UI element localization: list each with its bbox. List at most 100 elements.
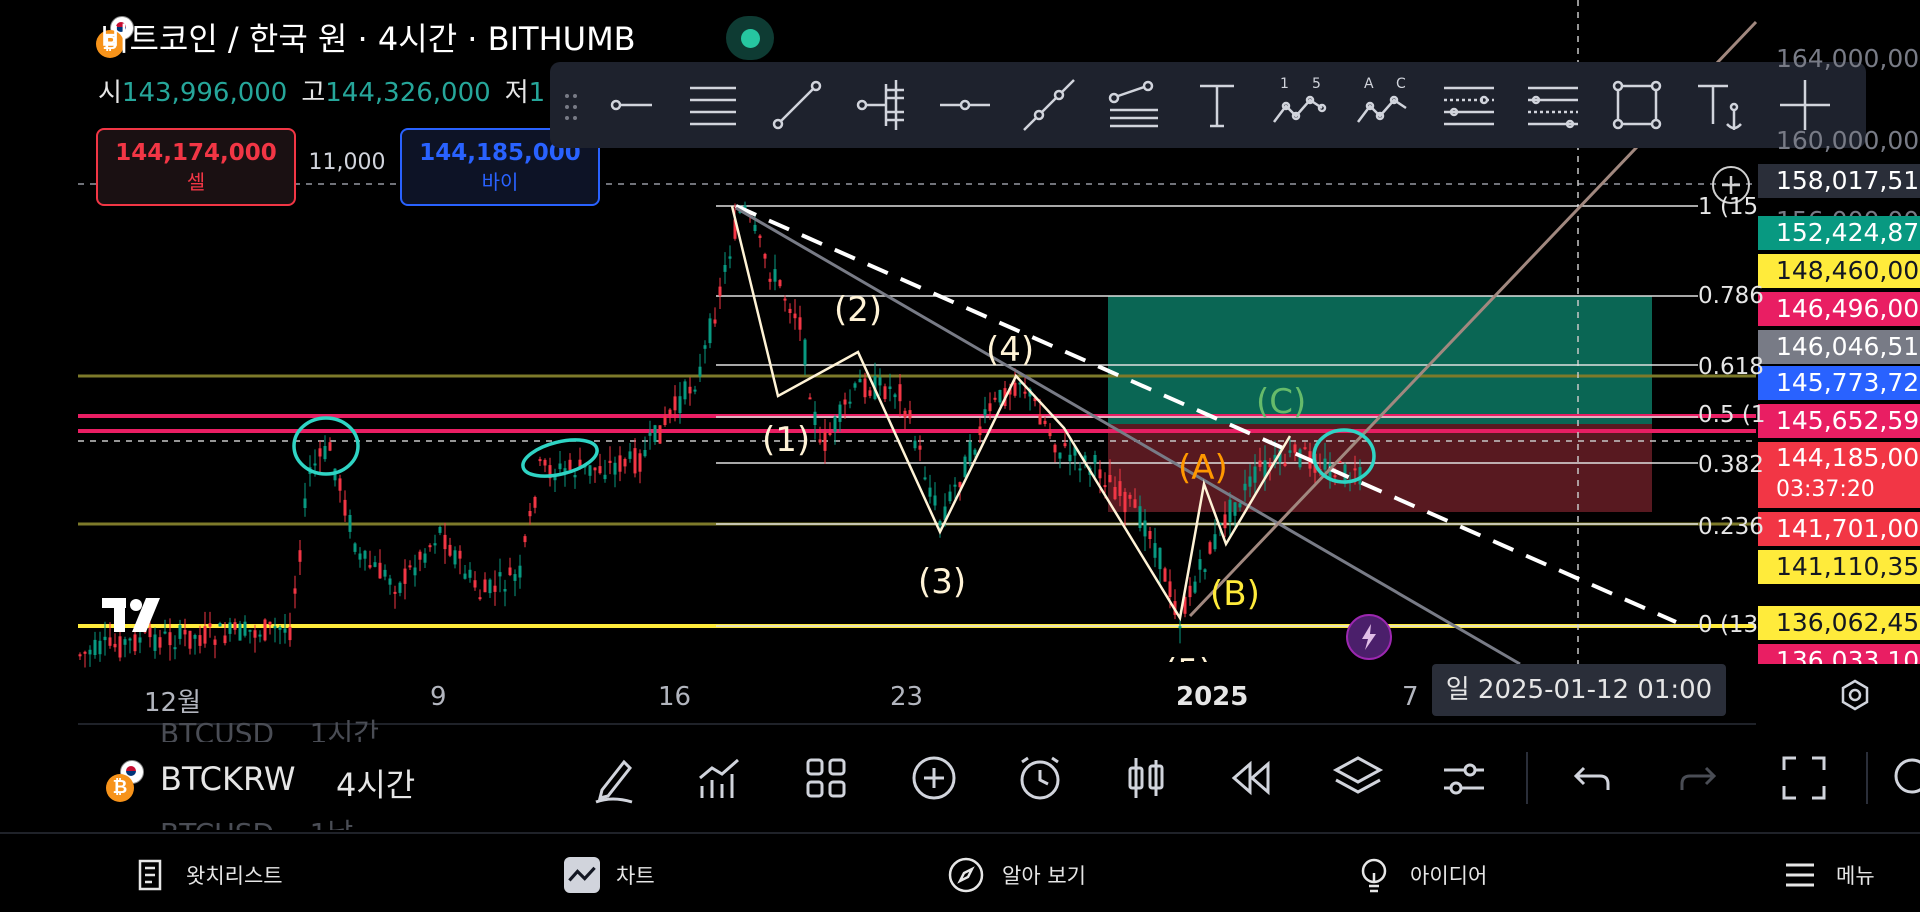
candle-type-icon[interactable] [1114,746,1178,810]
candle-body [698,366,702,377]
interval-selector[interactable]: 4시간 [336,760,415,806]
candle-body [268,621,272,625]
candle-body [353,543,357,552]
symbol-title[interactable]: 비트코인 / 한국 원 · 4시간 · BITHUMB [100,14,636,60]
candle-body [158,637,162,648]
wave-label[interactable]: (5) [1164,652,1212,662]
candle-body [123,639,127,645]
replay-icon[interactable] [1220,746,1284,810]
candle-body [1108,475,1112,483]
ideas-bulb-icon [1361,858,1387,893]
candle-body [203,626,207,644]
candle-body [1233,502,1237,516]
redo-icon[interactable] [1666,746,1730,810]
fib-retracement-icon[interactable] [1098,70,1168,140]
candle-body [78,654,82,657]
candle-body [538,459,542,462]
time-axis-label: 7 [1402,682,1419,712]
wave-label[interactable]: (B) [1210,574,1260,614]
wave-label[interactable]: (3) [918,562,966,602]
bitcoin-icon: ₿ [106,774,134,802]
horizontal-ray-icon[interactable] [594,70,664,140]
candle-body [243,621,247,636]
candle-body [1253,466,1257,483]
candle-body [338,478,342,491]
sell-button[interactable]: 144,174,000 셀 [96,128,296,206]
candle-body [418,551,422,560]
nav-watchlist[interactable]: 왓치리스트 [130,852,283,898]
wave-label[interactable]: (4) [986,330,1034,370]
trend-line-icon[interactable] [762,70,832,140]
wave-label[interactable]: (A) [1178,448,1228,488]
candle-body [783,298,787,301]
fib-time-icon[interactable] [1518,70,1588,140]
bottom-nav-divider [0,832,1920,834]
nav-menu[interactable]: 메뉴 [1780,852,1875,898]
fib-level-label: 0 (13 [1698,612,1759,638]
fullscreen-icon[interactable] [1772,746,1836,810]
candle-body [508,567,512,576]
price-scale-label: 160,000,000 [1776,126,1920,155]
candle-body [778,280,782,287]
candle-body [1353,468,1357,471]
templates-icon[interactable] [794,746,858,810]
undo-icon[interactable] [1560,746,1624,810]
horizontal-line-icon[interactable] [930,70,1000,140]
drag-handle-icon[interactable] [564,92,578,122]
drawing-pen-icon[interactable] [582,746,646,810]
wave-label[interactable]: (2) [834,290,882,330]
candle-body [688,386,692,394]
candle-body [603,474,607,480]
price-tag-magenta-3: 136,033,106 [1758,644,1920,664]
candle-body [248,629,252,632]
nav-chart[interactable]: 차트 [564,852,655,898]
symbol-selector[interactable]: BTCKRW [160,760,296,798]
parallel-channel-icon[interactable] [678,70,748,140]
candle-body [128,638,132,641]
nav-ideas[interactable]: 아이디어 [1354,852,1487,898]
anchored-text-icon[interactable] [1686,70,1756,140]
candle-body [518,565,522,578]
indicators-icon[interactable] [688,746,752,810]
text-icon[interactable] [1182,70,1252,140]
elliott-correction-icon[interactable]: AC [1350,70,1420,140]
candle-body [153,634,157,651]
candle-body [388,578,392,585]
candle-body [478,597,482,600]
extended-line-icon[interactable] [1014,70,1084,140]
fib-trend-icon[interactable] [1434,70,1504,140]
candle-body [1053,444,1057,453]
candle-body [828,433,832,435]
settings-sliders-icon[interactable] [1432,746,1496,810]
candle-body [108,637,112,646]
candle-body [1058,452,1062,459]
candle-body [668,409,672,416]
candle-body [1078,468,1082,471]
candle-body [843,399,847,405]
market-status-indicator[interactable] [726,16,774,60]
layers-icon[interactable] [1326,746,1390,810]
wave-label[interactable]: (C) [1256,382,1306,422]
nav-explore[interactable]: 알아 보기 [946,852,1086,898]
lightning-event-icon[interactable] [1346,614,1392,660]
candle-body [133,634,137,652]
candle-body [183,629,187,635]
candle-body [188,630,192,649]
add-compare-icon[interactable] [902,746,966,810]
candle-body [318,448,322,457]
pitchfork-icon[interactable] [846,70,916,140]
candle-body [258,634,262,637]
alert-clock-icon[interactable] [1008,746,1072,810]
nav-label: 왓치리스트 [186,864,283,888]
candle-body [428,545,432,548]
candle-body [1093,455,1097,464]
candle-body [888,386,892,389]
rectangle-icon[interactable] [1602,70,1672,140]
ideas-partial-icon[interactable] [1880,746,1920,810]
chart-settings-icon[interactable] [1838,678,1872,712]
elliott-impulse-icon[interactable]: 15 [1266,70,1336,140]
candle-body [358,553,362,560]
candle-body [1153,543,1157,558]
wave-label[interactable]: (1) [762,420,810,460]
candle-body [623,459,627,467]
